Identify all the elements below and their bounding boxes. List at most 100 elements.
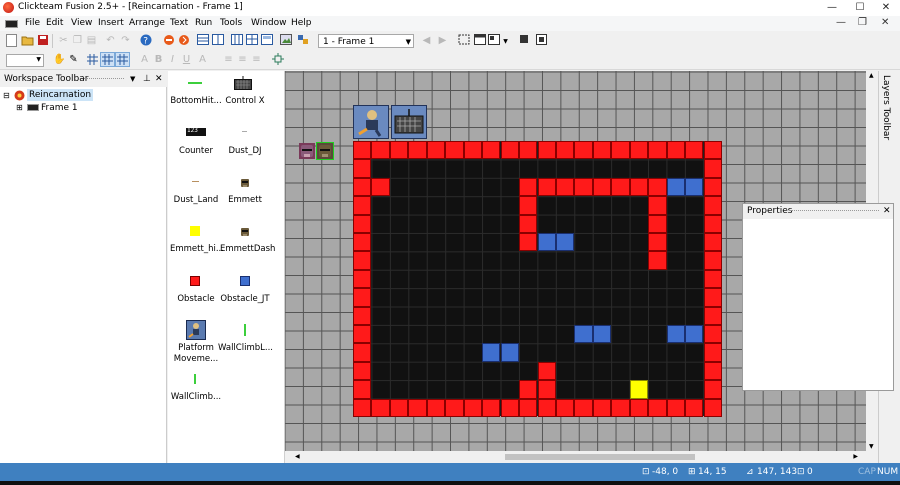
close-icon[interactable]: ✕: [155, 71, 163, 87]
fullscreen-icon[interactable]: [535, 34, 548, 47]
emmett-dash-object[interactable]: [299, 143, 315, 159]
obstacle-jt-tile[interactable]: [666, 325, 685, 344]
obstacle-tile[interactable]: [703, 141, 722, 160]
document-minimize-button[interactable]: —: [836, 17, 846, 29]
redo-icon[interactable]: ↷: [119, 34, 132, 47]
obstacle-tile[interactable]: [500, 398, 519, 417]
obstacle-tile[interactable]: [703, 361, 722, 381]
obstacle-tile[interactable]: [703, 343, 722, 362]
picture-icon[interactable]: [279, 34, 292, 47]
obstacle-tile[interactable]: [519, 141, 538, 160]
menu-tools[interactable]: Tools: [220, 17, 242, 30]
obstacle-tile[interactable]: [482, 141, 501, 160]
hand-tool-icon[interactable]: ✋: [53, 53, 66, 66]
italic-button[interactable]: I: [166, 53, 179, 66]
obstacle-tile[interactable]: [592, 177, 612, 197]
obstacle-tile[interactable]: [537, 141, 556, 160]
layers-toolbar-label[interactable]: Layers Toolbar: [881, 75, 891, 140]
obstacle-tile[interactable]: [353, 288, 372, 307]
obstacle-tile[interactable]: [592, 398, 612, 417]
underline-button[interactable]: U: [180, 53, 193, 66]
next-frame-icon[interactable]: ▶: [436, 34, 449, 47]
obstacle-tile[interactable]: [353, 141, 372, 160]
blue-square-icon[interactable]: [240, 276, 250, 286]
show-grid-icon[interactable]: [115, 52, 130, 67]
obstacle-tile[interactable]: [353, 380, 372, 399]
obstacle-tile[interactable]: [666, 141, 685, 160]
menu-file[interactable]: File: [25, 17, 40, 30]
obstacle-jt-tile[interactable]: [500, 343, 519, 362]
green-line-icon[interactable]: [244, 324, 246, 336]
obstacle-tile[interactable]: [537, 380, 556, 399]
obstacle-tile[interactable]: [703, 233, 722, 252]
scroll-left-icon[interactable]: ◀: [295, 453, 300, 460]
obstacle-tile[interactable]: [556, 177, 575, 197]
control-x-object[interactable]: [391, 105, 427, 139]
event-list-icon[interactable]: [245, 34, 258, 47]
obstacle-tile[interactable]: [685, 398, 704, 417]
obstacle-tile[interactable]: [648, 196, 667, 215]
frame-view-icon[interactable]: [211, 34, 224, 47]
emmett-hitbox-tile[interactable]: [629, 380, 649, 399]
pin-icon[interactable]: ⊥: [143, 71, 151, 87]
grid-toggle-icon[interactable]: [86, 53, 99, 66]
obstacle-tile[interactable]: [353, 196, 372, 215]
obstacle-tile[interactable]: [353, 251, 372, 270]
text-color-icon[interactable]: A: [138, 53, 151, 66]
tree-item-frame-1[interactable]: Frame 1: [41, 102, 78, 114]
obstacle-tile[interactable]: [574, 398, 593, 417]
obstacle-jt-tile[interactable]: [685, 177, 704, 197]
open-folder-icon[interactable]: [21, 34, 34, 47]
copy-icon[interactable]: ❐: [71, 34, 84, 47]
obstacle-tile[interactable]: [537, 398, 556, 417]
save-icon[interactable]: [36, 34, 49, 47]
obstacle-tile[interactable]: [648, 141, 667, 160]
obstacle-tile[interactable]: [611, 398, 630, 417]
counter-icon[interactable]: 123: [186, 127, 206, 136]
obstacle-tile[interactable]: [537, 361, 556, 381]
obstacle-tile[interactable]: [371, 141, 390, 160]
obstacle-tile[interactable]: [500, 141, 519, 160]
event-editor-icon[interactable]: [230, 34, 243, 47]
undo-icon[interactable]: ↶: [104, 34, 117, 47]
obstacle-tile[interactable]: [389, 141, 409, 160]
obstacle-tile[interactable]: [353, 306, 372, 325]
cut-icon[interactable]: ✂: [57, 34, 70, 47]
obstacle-tile[interactable]: [703, 196, 722, 215]
stop-preview-icon[interactable]: [517, 34, 530, 47]
app-logo-icon[interactable]: [3, 2, 14, 13]
obstacle-tile[interactable]: [703, 269, 722, 289]
obstacle-tile[interactable]: [426, 141, 446, 160]
obstacle-tile[interactable]: [389, 398, 409, 417]
zoom-dropdown[interactable]: ▼: [6, 54, 44, 67]
obstacle-jt-tile[interactable]: [592, 325, 612, 344]
menu-help[interactable]: Help: [291, 17, 312, 30]
obstacle-tile[interactable]: [353, 177, 372, 197]
menu-run[interactable]: Run: [195, 17, 212, 30]
center-frame-icon[interactable]: [271, 53, 284, 66]
scroll-right-icon[interactable]: ▶: [853, 453, 858, 460]
menu-view[interactable]: View: [71, 17, 92, 30]
bold-button[interactable]: B: [152, 53, 165, 66]
obstacle-tile[interactable]: [592, 141, 612, 160]
chevron-down-icon[interactable]: ▼: [130, 71, 135, 87]
obstacle-tile[interactable]: [371, 177, 390, 197]
document-system-menu-icon[interactable]: [5, 20, 18, 28]
align-left-icon[interactable]: ≡: [222, 53, 235, 66]
obstacle-tile[interactable]: [353, 325, 372, 344]
green-line-icon[interactable]: [194, 374, 196, 384]
frame-selector-dropdown[interactable]: 1 - Frame 1 ▼: [318, 34, 414, 48]
platform-movement-icon[interactable]: [186, 320, 206, 343]
obstacle-jt-tile[interactable]: [574, 325, 593, 344]
obstacle-tile[interactable]: [703, 325, 722, 344]
obstacle-tile[interactable]: [353, 269, 372, 289]
obstacle-tile[interactable]: [353, 214, 372, 233]
obstacle-tile[interactable]: [629, 141, 649, 160]
horizontal-scrollbar[interactable]: ◀ ▶: [285, 451, 878, 463]
align-right-icon[interactable]: ≡: [250, 53, 263, 66]
scroll-up-icon[interactable]: ▲: [869, 72, 874, 79]
obstacle-tile[interactable]: [703, 251, 722, 270]
obstacle-jt-tile[interactable]: [537, 233, 556, 252]
obstacle-tile[interactable]: [685, 141, 704, 160]
platform-movement-object[interactable]: [353, 105, 389, 139]
